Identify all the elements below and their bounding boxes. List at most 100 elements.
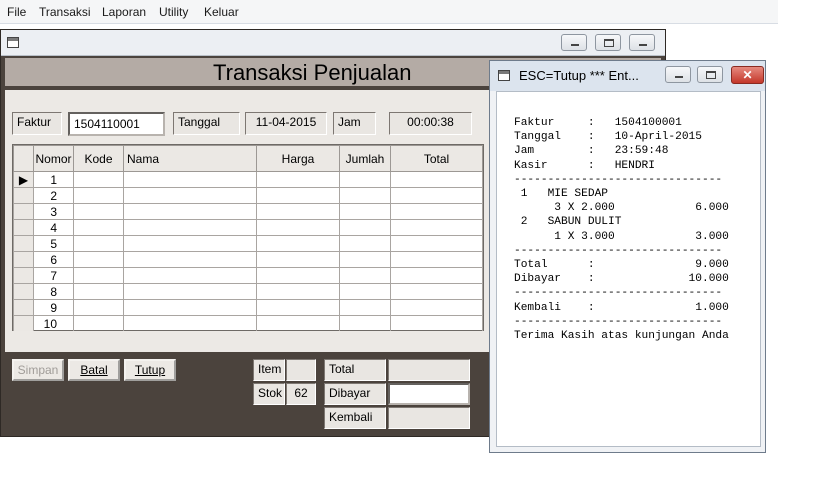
receipt-maximize-button[interactable]: [697, 66, 723, 83]
maximize-icon: [604, 39, 614, 47]
table-row[interactable]: 6: [13, 251, 483, 268]
row-number: 3: [33, 203, 74, 220]
nama-cell[interactable]: [123, 267, 257, 284]
total-cell[interactable]: [390, 283, 483, 300]
jumlah-cell[interactable]: [339, 283, 391, 300]
menu-keluar[interactable]: Keluar: [204, 5, 239, 19]
total-cell[interactable]: [390, 251, 483, 268]
nama-cell[interactable]: [123, 235, 257, 252]
total-value: [388, 359, 470, 381]
grid-corner: [13, 145, 34, 172]
table-row[interactable]: 2: [13, 187, 483, 204]
table-row[interactable]: 8: [13, 283, 483, 300]
jumlah-cell[interactable]: [339, 203, 391, 220]
dibayar-input[interactable]: [388, 383, 470, 405]
total-cell[interactable]: [390, 203, 483, 220]
item-grid[interactable]: Nomor Kode Nama Harga Jumlah Total ▶ 1 2 …: [12, 144, 484, 332]
batal-button[interactable]: Batal: [68, 359, 120, 381]
row-selector[interactable]: [13, 315, 34, 332]
row-selector[interactable]: [13, 219, 34, 236]
kode-cell[interactable]: [73, 203, 124, 220]
total-cell[interactable]: [390, 219, 483, 236]
receipt-close-button[interactable]: ✕: [731, 66, 764, 84]
kode-cell[interactable]: [73, 283, 124, 300]
harga-cell[interactable]: [256, 251, 340, 268]
table-row[interactable]: 7: [13, 267, 483, 284]
nama-cell[interactable]: [123, 171, 257, 188]
jumlah-cell[interactable]: [339, 299, 391, 316]
row-selector[interactable]: [13, 267, 34, 284]
total-cell[interactable]: [390, 171, 483, 188]
kode-cell[interactable]: [73, 235, 124, 252]
harga-cell[interactable]: [256, 235, 340, 252]
nama-cell[interactable]: [123, 283, 257, 300]
close-button[interactable]: [629, 34, 655, 51]
kode-cell[interactable]: [73, 219, 124, 236]
jumlah-cell[interactable]: [339, 251, 391, 268]
kode-cell[interactable]: [73, 171, 124, 188]
table-row[interactable]: 10: [13, 315, 483, 332]
harga-cell[interactable]: [256, 299, 340, 316]
row-selector[interactable]: [13, 251, 34, 268]
maximize-button[interactable]: [595, 34, 621, 51]
jumlah-cell[interactable]: [339, 267, 391, 284]
batal-label: Batal: [80, 363, 108, 377]
table-row[interactable]: 9: [13, 299, 483, 316]
row-number: 6: [33, 251, 74, 268]
table-row[interactable]: ▶ 1: [13, 171, 483, 188]
nama-cell[interactable]: [123, 251, 257, 268]
row-selector[interactable]: [13, 187, 34, 204]
total-cell[interactable]: [390, 267, 483, 284]
jumlah-cell[interactable]: [339, 235, 391, 252]
menu-utility[interactable]: Utility: [159, 5, 188, 19]
nama-cell[interactable]: [123, 315, 257, 332]
menu-transaksi[interactable]: Transaksi: [39, 5, 91, 19]
jumlah-cell[interactable]: [339, 315, 391, 332]
kode-cell[interactable]: [73, 267, 124, 284]
kode-cell[interactable]: [73, 299, 124, 316]
main-title-bar[interactable]: [1, 30, 665, 56]
row-selector[interactable]: [13, 299, 34, 316]
jumlah-cell[interactable]: [339, 187, 391, 204]
harga-cell[interactable]: [256, 267, 340, 284]
harga-cell[interactable]: [256, 203, 340, 220]
faktur-input[interactable]: 1504110001: [68, 112, 165, 136]
menu-laporan[interactable]: Laporan: [102, 5, 146, 19]
kode-cell[interactable]: [73, 251, 124, 268]
nama-cell[interactable]: [123, 203, 257, 220]
table-row[interactable]: 5: [13, 235, 483, 252]
table-row[interactable]: 3: [13, 203, 483, 220]
simpan-button[interactable]: Simpan: [12, 359, 64, 381]
menu-bar: File Transaksi Laporan Utility Keluar: [0, 0, 778, 24]
minimize-button[interactable]: [561, 34, 587, 51]
table-row[interactable]: 4: [13, 219, 483, 236]
harga-cell[interactable]: [256, 171, 340, 188]
nama-cell[interactable]: [123, 187, 257, 204]
kode-cell[interactable]: [73, 315, 124, 332]
row-selector[interactable]: [13, 283, 34, 300]
jumlah-cell[interactable]: [339, 219, 391, 236]
close-icon: [639, 44, 647, 46]
jumlah-cell[interactable]: [339, 171, 391, 188]
total-label: Total: [324, 359, 386, 381]
harga-cell[interactable]: [256, 187, 340, 204]
kode-cell[interactable]: [73, 187, 124, 204]
row-selector[interactable]: [13, 235, 34, 252]
total-cell[interactable]: [390, 315, 483, 332]
tutup-label: Tutup: [134, 363, 166, 377]
total-cell[interactable]: [390, 187, 483, 204]
harga-cell[interactable]: [256, 315, 340, 332]
harga-cell[interactable]: [256, 283, 340, 300]
row-selector[interactable]: ▶: [13, 171, 34, 188]
nama-cell[interactable]: [123, 219, 257, 236]
total-cell[interactable]: [390, 299, 483, 316]
row-selector[interactable]: [13, 203, 34, 220]
menu-file[interactable]: File: [7, 5, 26, 19]
form-title: Transaksi Penjualan: [213, 60, 412, 85]
tutup-button[interactable]: Tutup: [124, 359, 176, 381]
harga-cell[interactable]: [256, 219, 340, 236]
total-cell[interactable]: [390, 235, 483, 252]
receipt-minimize-button[interactable]: [665, 66, 691, 83]
receipt-title-bar[interactable]: ESC=Tutup *** Ent... ✕: [490, 61, 765, 91]
nama-cell[interactable]: [123, 299, 257, 316]
